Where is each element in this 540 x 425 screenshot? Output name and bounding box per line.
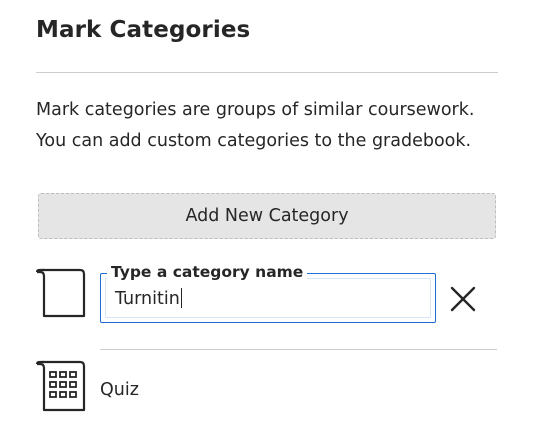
category-name-value: Turnitin xyxy=(115,289,180,309)
text-caret xyxy=(180,288,182,308)
description-line-2: You can add custom categories to the gra… xyxy=(36,131,472,151)
close-icon[interactable] xyxy=(447,283,479,315)
add-new-category-button[interactable]: Add New Category xyxy=(38,193,496,239)
panel-title: Mark Categories xyxy=(36,17,251,43)
panel-description: Mark categories are groups of similar co… xyxy=(36,95,506,157)
category-name-label: Type a category name xyxy=(107,263,308,281)
category-label-quiz[interactable]: Quiz xyxy=(100,380,139,400)
category-divider xyxy=(100,349,497,350)
mark-categories-panel: Mark Categories Mark categories are grou… xyxy=(0,0,540,425)
category-name-field[interactable]: Type a category name Turnitin xyxy=(100,263,436,323)
blank-document-icon xyxy=(36,266,88,320)
quiz-grid-icon xyxy=(36,359,88,415)
category-name-input[interactable]: Turnitin xyxy=(115,288,415,309)
description-line-1: Mark categories are groups of similar co… xyxy=(36,100,475,120)
title-divider xyxy=(36,72,498,73)
